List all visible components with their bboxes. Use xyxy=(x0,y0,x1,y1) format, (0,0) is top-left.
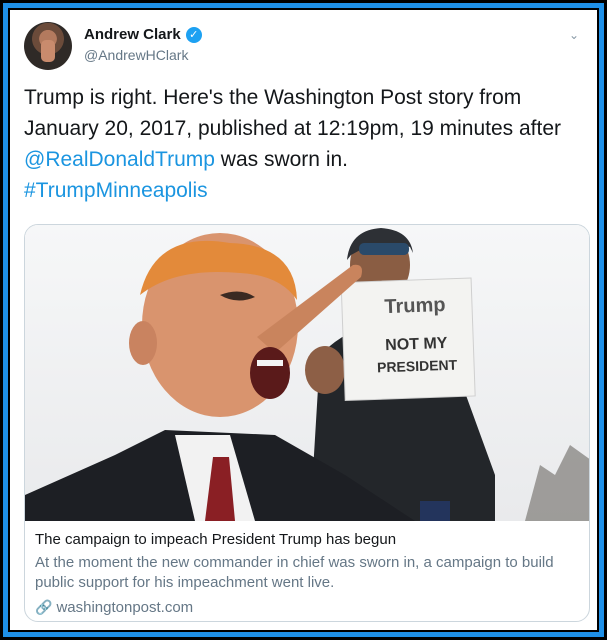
tweet-container: Andrew Clark ✓ @AndrewHClark ⌄ Trump is … xyxy=(8,8,599,632)
protest-scene xyxy=(25,228,589,521)
tweet-text: Trump is right. Here's the Washington Po… xyxy=(24,82,584,206)
chevron-down-icon[interactable]: ⌄ xyxy=(569,28,581,42)
mask-ear xyxy=(129,321,157,365)
domain-text: washingtonpost.com xyxy=(56,599,194,616)
card-domain[interactable]: 🔗 washingtonpost.com xyxy=(35,599,579,616)
mask-teeth xyxy=(257,360,283,366)
card-image: Trump NOT MY PRESIDENT xyxy=(25,225,589,521)
tweet-text-part: Trump is right. Here's the Washington Po… xyxy=(24,86,562,140)
tweet-text-part: was sworn in. xyxy=(214,148,348,171)
display-name[interactable]: Andrew Clark xyxy=(84,26,181,43)
user-handle[interactable]: @AndrewHClark xyxy=(84,47,202,63)
card-title[interactable]: The campaign to impeach President Trump … xyxy=(35,531,579,548)
avatar[interactable] xyxy=(24,22,72,70)
verified-badge-icon: ✓ xyxy=(185,26,202,43)
sunglasses xyxy=(359,243,409,255)
hashtag-link[interactable]: #TrumpMinneapolis xyxy=(24,179,208,202)
outer-frame: Andrew Clark ✓ @AndrewHClark ⌄ Trump is … xyxy=(0,0,607,640)
card-text: The campaign to impeach President Trump … xyxy=(25,521,589,616)
link-preview-card[interactable]: Trump NOT MY PRESIDENT The campaign to i… xyxy=(24,224,590,622)
mention-link[interactable]: @RealDonaldTrump xyxy=(24,148,215,171)
link-icon: 🔗 xyxy=(35,599,53,615)
card-description: At the moment the new commander in chief… xyxy=(35,554,554,591)
name-row: Andrew Clark ✓ xyxy=(84,26,202,43)
trees xyxy=(525,445,589,521)
protester-hand xyxy=(305,346,345,394)
avatar-hand xyxy=(41,40,55,62)
flag xyxy=(420,501,450,521)
mask-mouth xyxy=(250,347,290,399)
user-info: Andrew Clark ✓ @AndrewHClark xyxy=(84,26,202,63)
sign-text-trump: Trump xyxy=(384,293,446,319)
sign-text-not-my: NOT MY xyxy=(384,334,448,355)
